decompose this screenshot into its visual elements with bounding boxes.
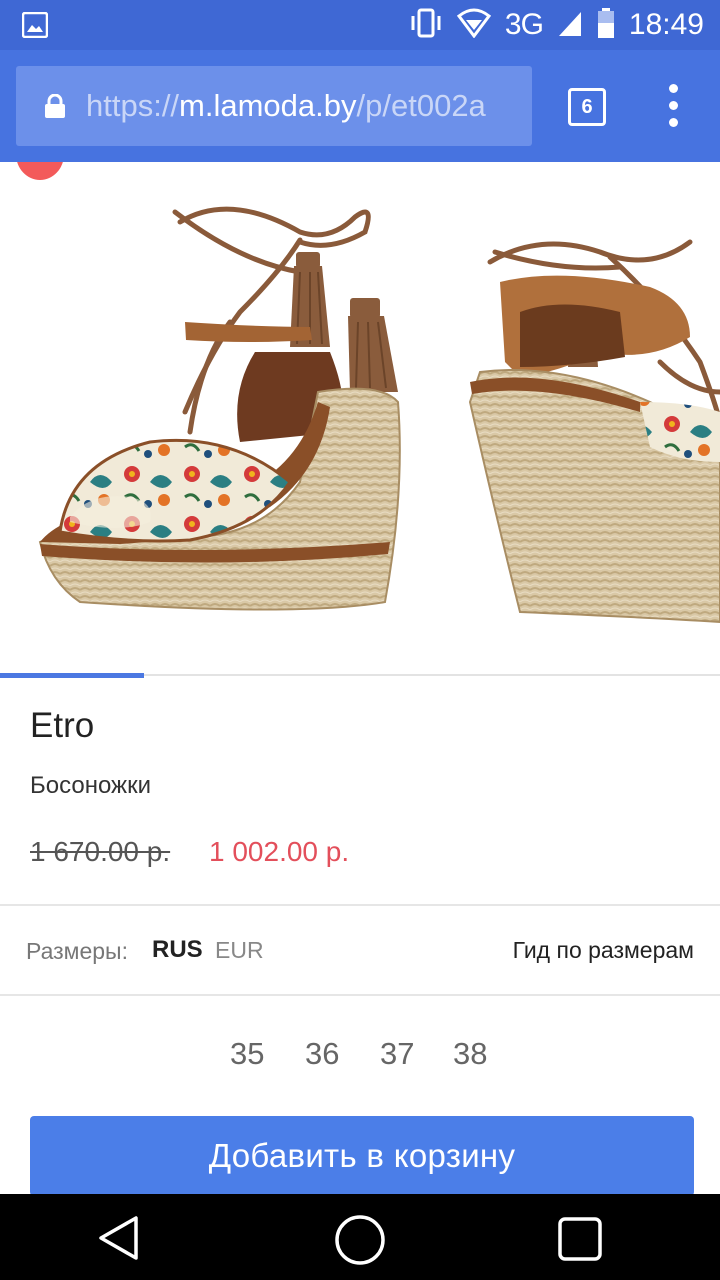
size-option[interactable]: 38 [453,1036,487,1072]
product-image-gallery[interactable] [0,162,720,676]
tab-switcher-button[interactable]: 6 [568,88,606,126]
product-type: Босоножки [30,772,152,799]
lock-icon [44,93,66,118]
signal-icon [557,8,583,43]
battery-icon [597,7,615,44]
size-option[interactable]: 35 [230,1036,264,1072]
vibrate-icon [409,8,443,43]
url-path: /p/et002a [356,88,486,123]
clock: 18:49 [628,8,704,41]
size-option[interactable]: 37 [380,1036,414,1072]
status-bar: 3G 18:49 [0,0,720,50]
add-to-cart-label: Добавить в корзину [208,1137,516,1174]
url-host: m.lamoda.by [179,88,357,123]
size-list: 35 36 37 38 [0,1036,720,1080]
network-type: 3G [504,8,544,41]
size-system-eur[interactable]: EUR [215,937,264,964]
browser-toolbar: https://m.lamoda.by/p/et002a 6 [0,50,720,162]
size-guide-link[interactable]: Гид по размерам [513,937,694,964]
sizes-label: Размеры: [26,938,128,964]
add-to-cart-button[interactable]: Добавить в корзину [30,1116,694,1196]
price-old: 1 670.00 р. [30,836,171,867]
tab-count: 6 [581,95,593,118]
product-brand[interactable]: Etro [30,706,94,746]
system-navigation-bar [0,1194,720,1280]
size-selector-header: Размеры: RUS EUR Гид по размерам [0,906,720,994]
divider [0,994,720,996]
recent-apps-icon[interactable] [557,1216,603,1267]
product-image-main [38,206,720,624]
url-scheme: https:// [86,88,180,123]
back-icon[interactable] [96,1214,142,1267]
size-system-rus[interactable]: RUS [152,936,203,964]
overflow-menu-icon[interactable] [660,84,688,128]
gallery-progress-indicator [0,673,144,678]
address-bar[interactable]: https://m.lamoda.by/p/et002a [16,66,532,146]
image-notification-icon [21,11,49,43]
wifi-icon [456,8,491,43]
price-new: 1 002.00 р. [209,836,350,867]
size-option[interactable]: 36 [305,1036,339,1072]
home-icon[interactable] [334,1214,386,1271]
url-text: https://m.lamoda.by/p/et002a [86,88,486,124]
